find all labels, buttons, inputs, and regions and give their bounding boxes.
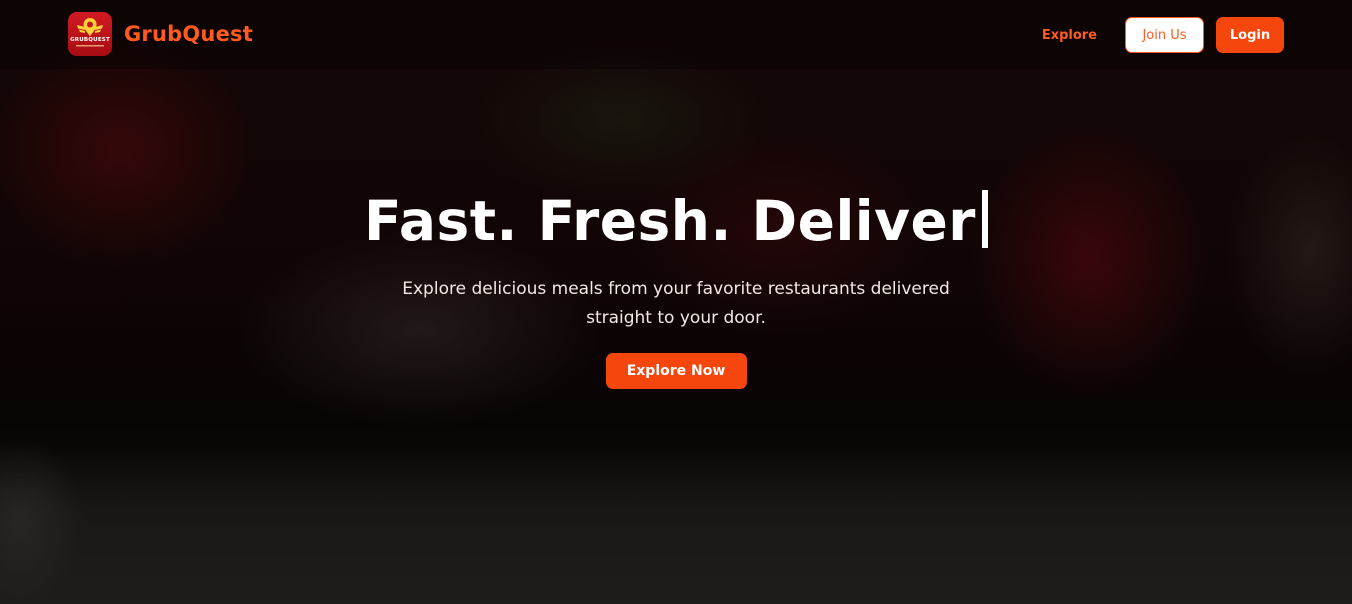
explore-now-button[interactable]: Explore Now (605, 353, 747, 389)
location-pin-wings-icon (76, 18, 104, 47)
typing-cursor (981, 190, 988, 248)
nav-explore-link[interactable]: Explore (1042, 28, 1097, 43)
join-us-button[interactable]: Join Us (1125, 17, 1204, 53)
nav-links: Explore Join Us Login (1042, 17, 1284, 53)
login-button[interactable]: Login (1216, 17, 1284, 53)
page: GRUBQUEST GrubQuest Explore Join Us Logi… (0, 0, 1352, 604)
brand-name[interactable]: GrubQuest (124, 22, 253, 46)
hero-section: Fast. Fresh. Deliver Explore delicious m… (0, 185, 1352, 389)
logo-text: GRUBQUEST (70, 37, 110, 43)
hero-subtitle: Explore delicious meals from your favori… (402, 279, 950, 328)
brand-logo[interactable]: GRUBQUEST (68, 12, 112, 56)
hero-title-text: Fast. Fresh. Deliver (364, 189, 976, 253)
navbar: GRUBQUEST GrubQuest Explore Join Us Logi… (0, 0, 1352, 69)
brand[interactable]: GRUBQUEST GrubQuest (68, 12, 253, 56)
hero-title: Fast. Fresh. Deliver (0, 185, 1352, 257)
